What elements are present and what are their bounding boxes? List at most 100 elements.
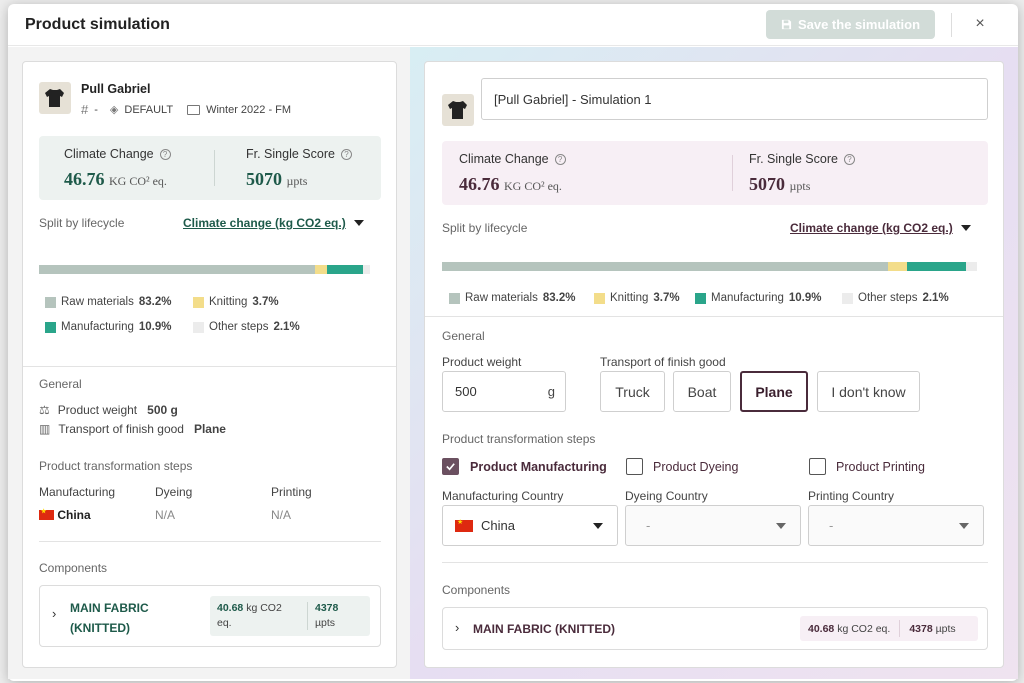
save-simulation-button[interactable]: Save the simulation bbox=[766, 10, 935, 39]
help-icon[interactable]: ? bbox=[159, 149, 171, 160]
legend-manufacturing: Manufacturing 10.9% bbox=[695, 292, 821, 304]
pill-divider bbox=[307, 602, 308, 630]
product-thumbnail bbox=[39, 82, 71, 114]
legend-other-steps: Other steps 2.1% bbox=[193, 321, 300, 333]
component-impact-pill: 40.68 kg CO2 eq. 4378 µpts bbox=[210, 596, 370, 636]
header-divider bbox=[951, 13, 952, 37]
lifecycle-bar bbox=[39, 265, 370, 274]
checkmark-icon bbox=[446, 463, 455, 471]
product-thumbnail bbox=[442, 94, 474, 126]
product-ref: - bbox=[94, 103, 98, 116]
help-icon[interactable]: ? bbox=[843, 154, 855, 165]
dyeing-checkbox-label[interactable]: Product Dyeing bbox=[653, 460, 738, 474]
split-dropdown[interactable]: Climate change (kg CO2 eq.) bbox=[183, 216, 364, 230]
section-divider bbox=[425, 316, 1003, 317]
printing-country-select[interactable]: - bbox=[808, 505, 984, 546]
kpi-divider bbox=[732, 155, 733, 191]
product-meta: # - ◈ DEFAULT Winter 2022 - FM bbox=[81, 102, 291, 117]
dyeing-country-select[interactable]: - bbox=[625, 505, 801, 546]
components-title: Components bbox=[39, 561, 108, 575]
sweater-icon bbox=[448, 101, 467, 119]
manufacturing-label: Manufacturing bbox=[39, 485, 116, 499]
transformation-steps-title: Product transformation steps bbox=[39, 459, 193, 473]
component-row-main-fabric[interactable]: › MAIN FABRIC (KNITTED) 40.68 kg CO2 eq.… bbox=[442, 607, 988, 650]
single-score-value: 5070 µpts bbox=[246, 169, 308, 189]
general-title: General bbox=[39, 377, 82, 391]
component-co2: 40.68 kg CO2 eq. bbox=[808, 622, 891, 635]
simulation-name-input[interactable]: [Pull Gabriel] - Simulation 1 bbox=[481, 78, 988, 120]
component-name: MAIN FABRIC (KNITTED) bbox=[70, 601, 149, 635]
single-score-value: 5070 µpts bbox=[749, 174, 811, 194]
bar-other-steps bbox=[965, 262, 977, 271]
component-row-main-fabric[interactable]: › MAIN FABRIC (KNITTED) 40.68 kg CO2 eq. 4… bbox=[39, 585, 381, 647]
transport-boat-button[interactable]: Boat bbox=[673, 371, 731, 412]
components-title: Components bbox=[442, 583, 511, 597]
dyeing-value: N/A bbox=[155, 508, 176, 522]
sweater-icon bbox=[45, 89, 64, 107]
split-by-lifecycle-label: Split by lifecycle bbox=[39, 216, 125, 230]
dyeing-checkbox[interactable] bbox=[626, 458, 643, 475]
product-weight-input[interactable]: 500 g bbox=[442, 371, 566, 412]
chevron-right-icon: › bbox=[52, 606, 57, 621]
caret-down-icon bbox=[960, 225, 971, 231]
bar-manufacturing bbox=[907, 262, 966, 271]
bar-other-steps bbox=[363, 265, 370, 274]
legend-raw-materials: Raw materials 83.2% bbox=[449, 292, 575, 304]
bar-raw-materials bbox=[39, 265, 315, 274]
product-weight-row: ⚖ Product weight 500 g bbox=[39, 403, 178, 417]
legend-manufacturing: Manufacturing 10.9% bbox=[45, 321, 171, 333]
transport-truck-button[interactable]: Truck bbox=[600, 371, 665, 412]
help-icon[interactable]: ? bbox=[554, 154, 566, 165]
original-kpi-box: Climate Change? 46.76 KG CO² eq. Fr. Sin… bbox=[39, 136, 381, 200]
single-score-title: Fr. Single Score? bbox=[246, 147, 352, 161]
legend-other-steps: Other steps 2.1% bbox=[842, 292, 949, 304]
lifecycle-bar bbox=[442, 262, 977, 271]
printing-checkbox-label[interactable]: Product Printing bbox=[836, 460, 925, 474]
legend-knitting: Knitting 3.7% bbox=[193, 296, 279, 308]
pill-divider bbox=[899, 620, 901, 637]
bar-raw-materials bbox=[442, 262, 888, 271]
section-divider bbox=[39, 541, 381, 542]
modal-header: Product simulation Save the simulation × bbox=[8, 4, 1018, 46]
manufacturing-country-label: Manufacturing Country bbox=[442, 489, 564, 503]
manufacturing-checkbox[interactable] bbox=[442, 458, 459, 475]
section-divider bbox=[442, 562, 988, 563]
product-weight-label: Product weight bbox=[442, 355, 522, 369]
transport-unknown-button[interactable]: I don't know bbox=[817, 371, 920, 412]
dyeing-country-label: Dyeing Country bbox=[625, 489, 708, 503]
china-flag-icon bbox=[455, 518, 473, 532]
bar-manufacturing bbox=[326, 265, 364, 274]
climate-change-title: Climate Change? bbox=[459, 152, 566, 166]
transport-plane-button[interactable]: Plane bbox=[740, 371, 808, 412]
close-icon[interactable]: × bbox=[970, 12, 990, 36]
china-flag-icon bbox=[39, 508, 54, 520]
section-divider bbox=[23, 366, 396, 367]
product-collection: Winter 2022 - FM bbox=[206, 103, 292, 116]
printing-checkbox[interactable] bbox=[809, 458, 826, 475]
manufacturing-value: China bbox=[39, 508, 91, 522]
legend-raw-materials: Raw materials 83.2% bbox=[45, 296, 171, 308]
original-product-card: Pull Gabriel # - ◈ DEFAULT Winter 2022 -… bbox=[22, 61, 397, 668]
simulation-card: [Pull Gabriel] - Simulation 1 Climate Ch… bbox=[424, 61, 1004, 668]
general-title: General bbox=[442, 329, 485, 343]
printing-label: Printing bbox=[271, 485, 312, 499]
manufacturing-country-select[interactable]: China bbox=[442, 505, 618, 546]
bar-knitting bbox=[887, 262, 908, 271]
split-dropdown[interactable]: Climate change (kg CO2 eq.) bbox=[790, 221, 971, 235]
dyeing-label: Dyeing bbox=[155, 485, 193, 499]
component-impact-pill: 40.68 kg CO2 eq. 4378 µpts bbox=[800, 616, 978, 641]
single-score-title: Fr. Single Score? bbox=[749, 152, 855, 166]
chevron-right-icon: › bbox=[455, 620, 460, 635]
climate-change-value: 46.76 KG CO² eq. bbox=[459, 174, 562, 194]
component-pts: 4378 µpts bbox=[315, 602, 339, 629]
manufacturing-checkbox-label[interactable]: Product Manufacturing bbox=[470, 460, 607, 474]
transport-row: ▥ Transport of finish good Plane bbox=[39, 422, 226, 436]
simulation-kpi-box: Climate Change? 46.76 KG CO² eq. Fr. Sin… bbox=[442, 141, 988, 205]
transformation-steps-title: Product transformation steps bbox=[442, 432, 596, 446]
folder-icon bbox=[187, 104, 201, 115]
modal-title: Product simulation bbox=[25, 16, 170, 33]
help-icon[interactable]: ? bbox=[340, 149, 352, 160]
component-name: MAIN FABRIC (KNITTED) bbox=[473, 622, 615, 636]
caret-down-icon bbox=[776, 523, 786, 529]
save-simulation-label: Save the simulation bbox=[797, 17, 921, 32]
